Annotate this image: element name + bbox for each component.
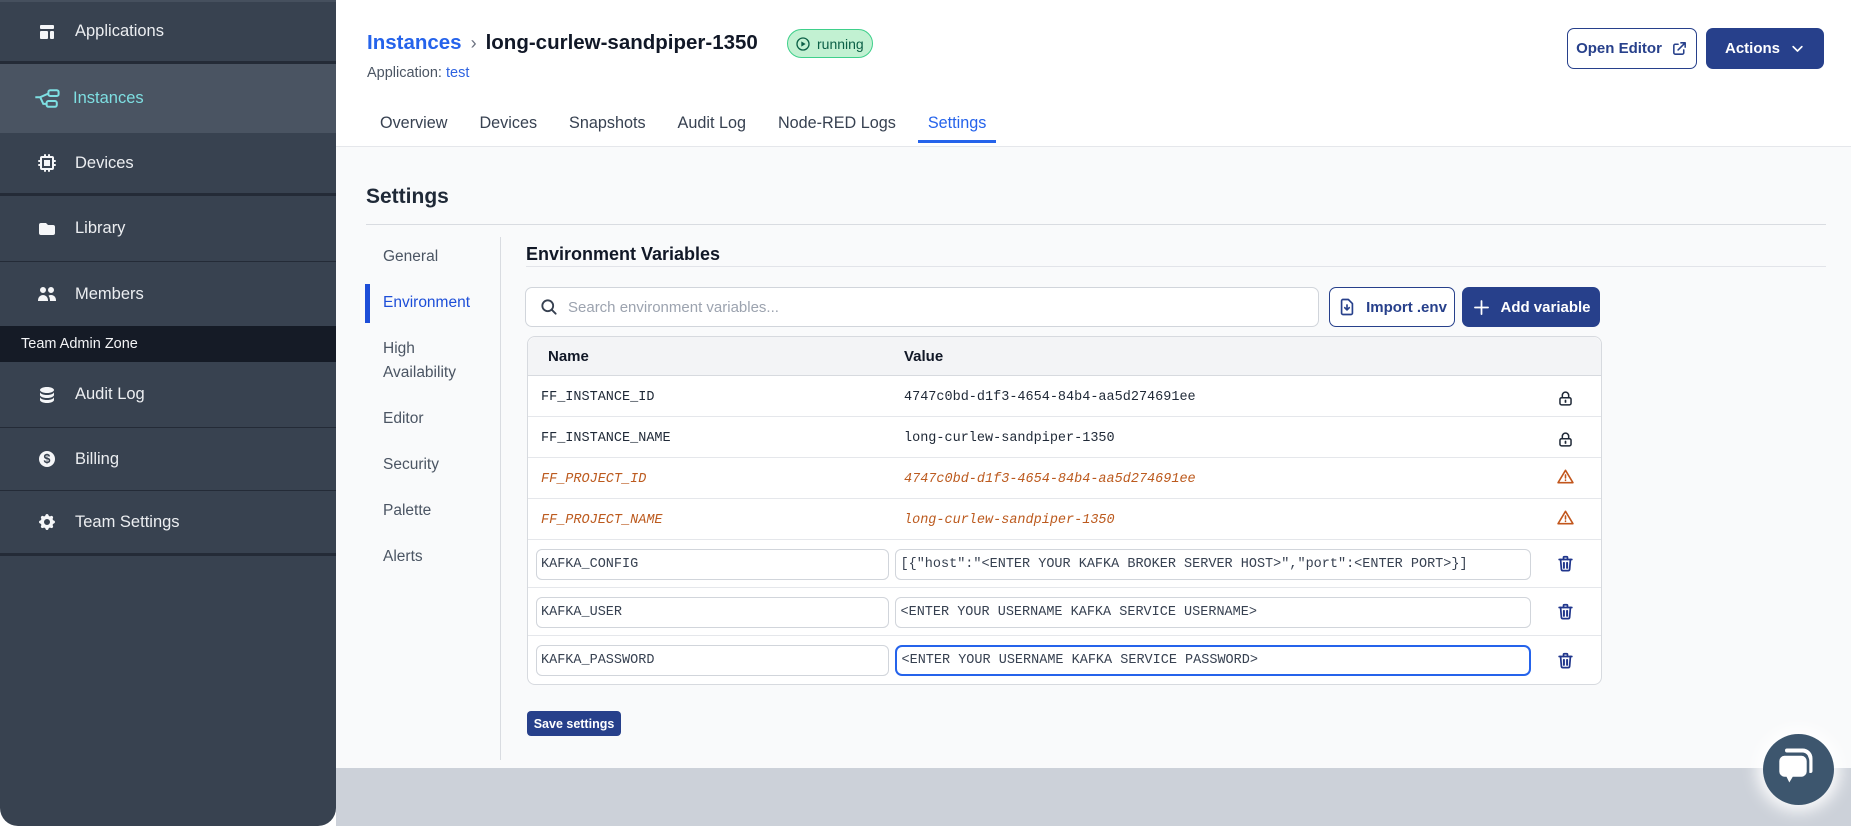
svg-text:$: $ <box>44 452 51 466</box>
